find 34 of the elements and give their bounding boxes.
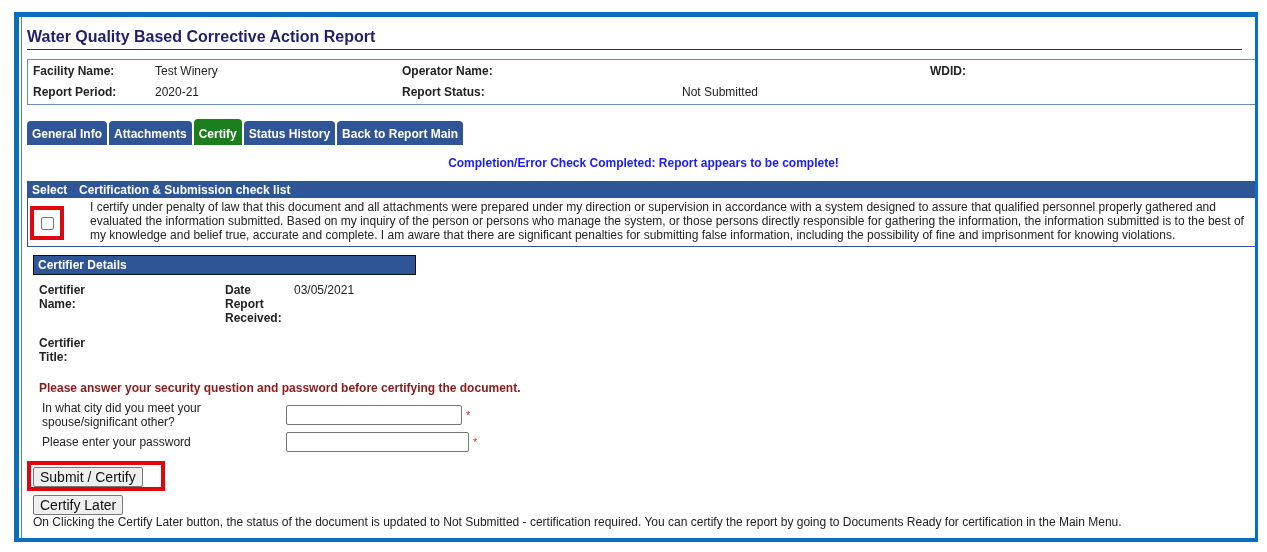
field-label: Date Report Received: [225, 283, 283, 325]
column-header: Select [32, 183, 69, 197]
required-mark: * [473, 436, 478, 448]
field-label: Report Period: [33, 85, 118, 99]
page-title: Water Quality Based Corrective Action Report [27, 22, 1242, 50]
field-label: Please enter your password [42, 435, 192, 449]
tab[interactable]: Status History [243, 121, 336, 145]
status-message: Completion/Error Check Completed: Report appears to be complete! [448, 156, 839, 170]
tab[interactable]: Certify [193, 119, 242, 145]
field-value: 2020-21 [155, 85, 201, 99]
submit-button[interactable]: Submit / Certify [33, 467, 143, 487]
required-mark: * [466, 409, 471, 421]
tab[interactable]: Back to Report Main [337, 121, 464, 145]
field-value: Not Submitted [682, 85, 760, 99]
certification-statement: I certify under penalty of law that this document and all attachments were prepared under my direction or supervision in accordance with a system designed to assure that qualified personnel properly gathered and evaluated the information submitted. Based on my inquiry of the person or persons who manage the system, or those persons directly responsible for gathering the information, the information submitted is to the best of my knowledge and belief true, accurate and complete. I am aware that there are significant penalties for submitting false information, including the possibility of fine and imprisonment for knowing violations. [90, 200, 1245, 242]
tab[interactable]: General Info [27, 121, 107, 145]
field-label: Certifier Title: [39, 336, 86, 364]
instruction-text: Please answer your security question and password before certifying the document. [39, 381, 522, 395]
field-value: 03/05/2021 [293, 283, 356, 297]
input-field[interactable] [286, 432, 469, 452]
checkbox[interactable] [40, 216, 54, 230]
field-label: Operator Name: [402, 63, 494, 78]
field-value: Test Winery [155, 63, 219, 78]
field-label: Certifier Name: [39, 283, 86, 311]
field-label: In what city did you meet your spouse/significant other? [42, 401, 202, 429]
section-header: Certifier Details [33, 255, 416, 275]
later-button[interactable]: Certify Later [33, 495, 124, 515]
field-label: WDID: [930, 63, 967, 78]
input-field[interactable] [286, 405, 462, 425]
field-label: Facility Name: [33, 63, 116, 78]
field-label: Report Status: [402, 85, 486, 99]
column-header: Certification & Submission check list [79, 183, 291, 197]
info-note: On Clicking the Certify Later button, the status of the document is updated to Not Submitted - certification required. You can certify the report by going to Documents Ready for certification in the Main Menu. [33, 515, 1123, 529]
tab[interactable]: Attachments [109, 121, 192, 145]
